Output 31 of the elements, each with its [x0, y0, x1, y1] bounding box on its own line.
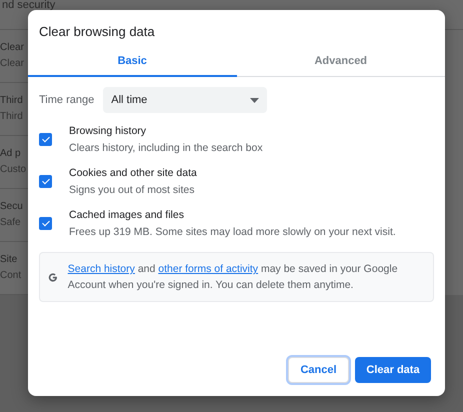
tab[interactable]: Basic [28, 48, 236, 77]
setting-title: Ad p [0, 148, 22, 160]
checkbox[interactable] [39, 133, 52, 146]
option-description: Signs you out of most sites [69, 184, 196, 196]
setting-title: Third [0, 95, 24, 107]
notice-text: Search history and other forms of activity may be saved in your Google Account when you're signed in. You can delete them anytime. [68, 262, 399, 293]
option-description: Frees up 319 MB. Some sites may load more slowly on your next visit. [69, 226, 396, 238]
page-heading: nd security [2, 0, 56, 11]
setting-subtitle: Custo [0, 164, 28, 176]
option-title: Cookies and other site data [69, 167, 197, 179]
time-range-dropdown[interactable]: All time [103, 87, 268, 113]
setting-subtitle: Clear [0, 58, 25, 70]
time-range-label: Time range [39, 94, 94, 106]
setting-title: Site [0, 254, 18, 266]
option-description: Clears history, including in the search box [69, 142, 263, 154]
setting-subtitle: Third [0, 111, 24, 123]
setting-subtitle: Cont [0, 270, 22, 282]
tab[interactable]: Advanced [236, 48, 445, 77]
link[interactable]: other forms of activity [158, 263, 258, 275]
option-title: Cached images and files [69, 209, 185, 221]
link[interactable]: Search history [68, 263, 135, 275]
setting-title: Clear [0, 42, 25, 54]
setting-title: Secu [0, 201, 24, 213]
option-title: Browsing history [69, 125, 148, 137]
checkbox[interactable] [39, 217, 52, 230]
checkbox[interactable] [39, 175, 52, 188]
cancel-button[interactable]: Cancel [288, 357, 349, 383]
dropdown-arrow-icon [250, 98, 260, 102]
setting-subtitle: Safe [0, 217, 22, 229]
dialog-title: Clear browsing data [39, 24, 155, 39]
clear-data-button[interactable]: Clear data [355, 357, 431, 383]
